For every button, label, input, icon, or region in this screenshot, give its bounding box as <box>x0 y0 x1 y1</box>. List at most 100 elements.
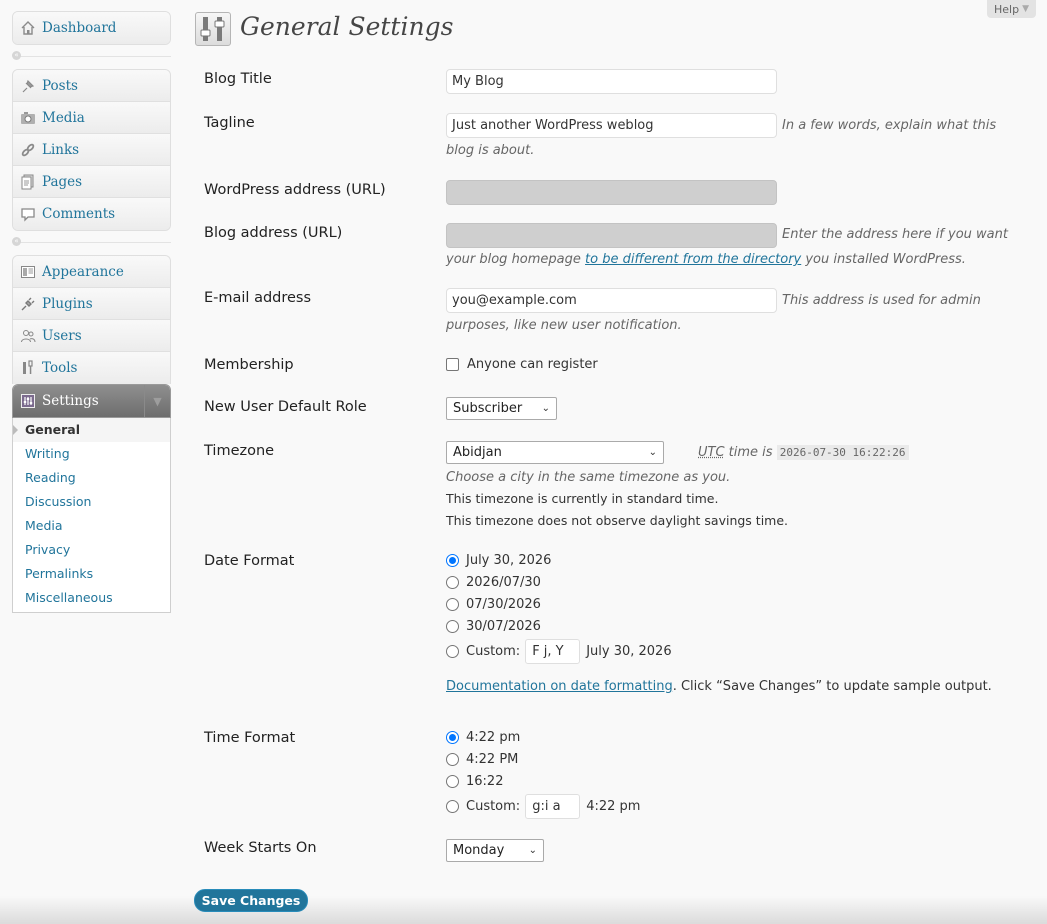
default-role-select[interactable]: Subscriber ⌄ <box>446 397 557 420</box>
sidebar-item-label: Plugins <box>42 295 93 312</box>
date-format-radio[interactable] <box>446 620 459 633</box>
time-format-option[interactable]: 4:22 pm <box>446 730 520 745</box>
sidebar-item-label: Appearance <box>42 263 124 280</box>
settings-submenu: General Writing Reading Discussion Media… <box>12 418 171 613</box>
layout-icon <box>19 263 37 281</box>
timezone-description: Choose a city in the same timezone as yo… <box>446 470 731 485</box>
sidebar-item-tools[interactable]: Tools <box>13 352 170 384</box>
sidebar-item-users[interactable]: Users <box>13 320 170 352</box>
blog-title-label: Blog Title <box>204 71 272 87</box>
date-format-radio[interactable] <box>446 554 459 567</box>
time-format-radio[interactable] <box>446 753 459 766</box>
chevron-down-icon: ▼ <box>1022 4 1029 14</box>
sidebar-item-label: Users <box>42 327 82 344</box>
chain-link-icon <box>19 141 37 159</box>
date-format-option[interactable]: 07/30/2026 <box>446 597 541 612</box>
sidebar-item-pages[interactable]: Pages <box>13 166 170 198</box>
email-description: This address is used for admin <box>782 293 981 308</box>
submenu-item-discussion[interactable]: Discussion <box>13 490 170 514</box>
submenu-item-media[interactable]: Media <box>13 514 170 538</box>
plug-icon <box>19 295 37 313</box>
sidebar-item-posts[interactable]: Posts <box>13 70 170 102</box>
time-format-radio[interactable] <box>446 800 459 813</box>
directory-help-link[interactable]: to be different from the directory <box>585 252 801 267</box>
submenu-item-privacy[interactable]: Privacy <box>13 538 170 562</box>
date-format-custom-input[interactable]: F j, Y <box>525 639 581 664</box>
utc-time-display: UTC time is 2026-07-30 16:22:26 <box>698 440 909 465</box>
submenu-item-reading[interactable]: Reading <box>13 466 170 490</box>
sidebar-item-label: Media <box>42 109 85 126</box>
date-format-radio[interactable] <box>446 645 459 658</box>
timezone-value: Abidjan <box>453 445 502 460</box>
email-label: E-mail address <box>204 290 312 306</box>
menu-group-dashboard: Dashboard <box>12 11 171 45</box>
submenu-item-general[interactable]: General <box>13 418 170 442</box>
wp-address-input <box>446 180 777 205</box>
sidebar-item-settings[interactable]: Settings ▼ <box>13 385 170 417</box>
blog-title-input[interactable]: My Blog <box>446 69 777 94</box>
chevron-down-icon: ⌄ <box>541 403 550 414</box>
tagline-description-cont: blog is about. <box>446 143 535 158</box>
date-format-doc-line: Documentation on date formatting. Click … <box>446 679 992 694</box>
utc-abbr: UTC <box>698 445 725 460</box>
date-format-option[interactable]: July 30, 2026 <box>446 553 551 568</box>
date-format-doc-link[interactable]: Documentation on date formatting <box>446 679 673 694</box>
membership-option: Anyone can register <box>446 357 598 372</box>
settings-menu-wrap: Settings ▼ <box>12 384 171 418</box>
pages-icon <box>19 173 37 191</box>
email-description-cont: purposes, like new user notification. <box>446 318 682 333</box>
sidebar-item-label: Pages <box>42 173 83 190</box>
sidebar-item-comments[interactable]: Comments <box>13 198 170 230</box>
users-icon <box>19 327 37 345</box>
timezone-select[interactable]: Abidjan ⌄ <box>446 441 664 464</box>
submenu-item-miscellaneous[interactable]: Miscellaneous <box>13 586 170 610</box>
default-role-value: Subscriber <box>453 401 523 416</box>
date-format-radio[interactable] <box>446 576 459 589</box>
chevron-down-icon[interactable]: ▼ <box>144 385 170 417</box>
time-format-preview: 4:22 pm <box>586 799 641 814</box>
save-changes-button[interactable]: Save Changes <box>194 889 308 912</box>
menu-separator: « <box>12 231 171 255</box>
blog-address-input <box>446 223 777 248</box>
membership-label: Membership <box>204 357 294 373</box>
timezone-label: Timezone <box>204 443 275 459</box>
anyone-can-register-checkbox[interactable] <box>446 358 459 371</box>
help-tab[interactable]: Help ▼ <box>987 0 1036 18</box>
tagline-input[interactable]: Just another WordPress weblog <box>446 113 777 138</box>
tagline-description: In a few words, explain what this <box>782 118 997 133</box>
blog-address-description-cont: your blog homepage to be different from … <box>446 252 966 267</box>
week-start-select[interactable]: Monday ⌄ <box>446 839 544 862</box>
sidebar-item-plugins[interactable]: Plugins <box>13 288 170 320</box>
settings-page-icon <box>195 12 231 46</box>
date-format-radio[interactable] <box>446 598 459 611</box>
time-format-option[interactable]: 4:22 PM <box>446 752 518 767</box>
chevron-down-icon: ⌄ <box>528 845 537 856</box>
pushpin-icon <box>19 77 37 95</box>
tools-icon <box>19 359 37 377</box>
date-format-option[interactable]: 2026/07/30 <box>446 575 541 590</box>
timezone-note-dst: This timezone does not observe daylight … <box>446 513 789 528</box>
sidebar-item-label: Comments <box>42 206 116 222</box>
submenu-item-writing[interactable]: Writing <box>13 442 170 466</box>
sidebar-item-label: Links <box>42 141 80 158</box>
submenu-item-permalinks[interactable]: Permalinks <box>13 562 170 586</box>
chevron-down-icon: ⌄ <box>648 447 657 458</box>
sidebar-item-label: Settings <box>42 393 99 409</box>
date-format-custom[interactable]: Custom: F j, Y July 30, 2026 <box>446 639 672 664</box>
time-format-radio[interactable] <box>446 731 459 744</box>
admin-sidebar: Dashboard « Posts Media Links Pages Comm… <box>12 11 171 613</box>
time-format-custom-input[interactable]: g:i a <box>525 794 581 819</box>
email-input[interactable]: you@example.com <box>446 288 777 313</box>
date-format-option[interactable]: 30/07/2026 <box>446 619 541 634</box>
time-format-option[interactable]: 16:22 <box>446 774 503 789</box>
sidebar-item-dashboard[interactable]: Dashboard <box>13 12 170 44</box>
time-format-radio[interactable] <box>446 775 459 788</box>
sidebar-item-label: Posts <box>42 77 78 94</box>
sidebar-item-media[interactable]: Media <box>13 102 170 134</box>
sidebar-item-links[interactable]: Links <box>13 134 170 166</box>
time-format-custom[interactable]: Custom: g:i a 4:22 pm <box>446 794 640 819</box>
blog-address-label: Blog address (URL) <box>204 225 343 241</box>
tagline-label: Tagline <box>204 115 255 131</box>
speech-bubble-icon <box>19 205 37 223</box>
sidebar-item-appearance[interactable]: Appearance <box>13 256 170 288</box>
